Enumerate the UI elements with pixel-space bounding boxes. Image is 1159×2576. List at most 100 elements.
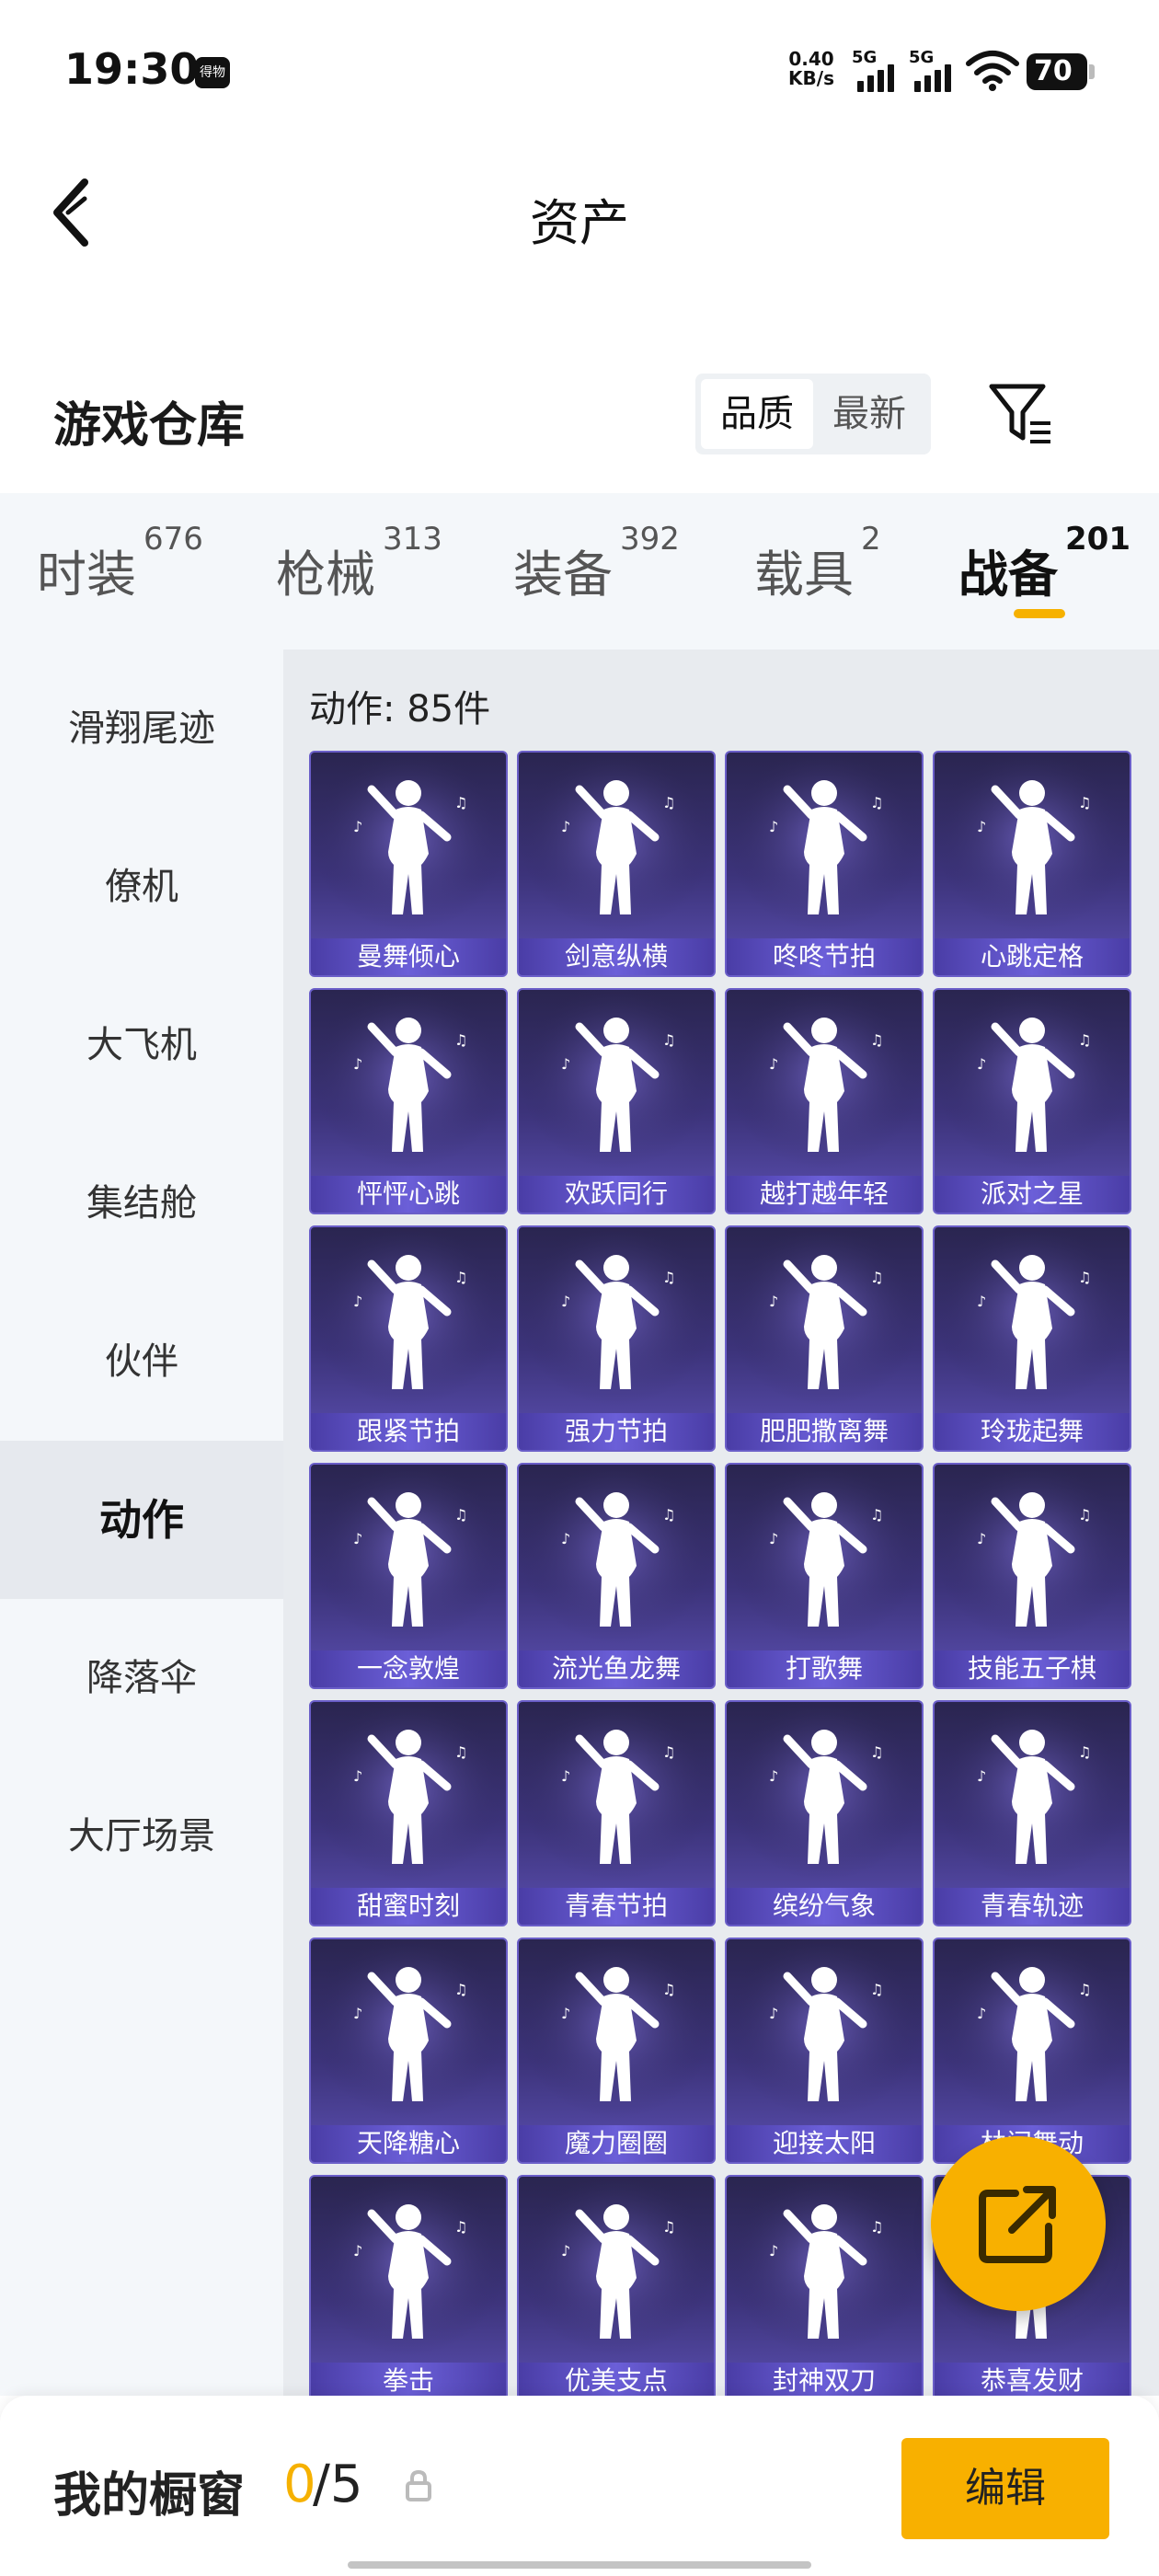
edit-button[interactable]: 编辑 [901,2438,1109,2539]
emote-thumbnail: ♪ ♫ [311,990,506,1178]
emote-card[interactable]: ♪ ♫ 缤纷气象 [725,1700,924,1926]
svg-text:♫: ♫ [454,1743,467,1761]
sidebar-item-big-plane[interactable]: 大飞机 [0,966,283,1124]
emote-name: 怦怦心跳 [311,1176,506,1213]
sidebar-item-wingman[interactable]: 僚机 [0,808,283,966]
emote-card[interactable]: ♪ ♫ 打歌舞 [725,1463,924,1689]
emote-card[interactable]: ♪ ♫ 青春节拍 [517,1700,716,1926]
emote-thumbnail: ♪ ♫ [935,1702,1130,1890]
emote-card[interactable]: ♪ ♫ 技能五子棋 [933,1463,1131,1689]
svg-text:♪: ♪ [977,818,986,835]
emote-card[interactable]: ♪ ♫ 迎接太阳 [725,1938,924,2164]
emote-card[interactable]: ♪ ♫ 天降糖心 [309,1938,508,2164]
emote-card[interactable]: ♪ ♫ 咚咚节拍 [725,751,924,977]
showcase-bar: 我的橱窗 0 /5 编辑 [0,2396,1159,2576]
svg-text:♫: ♫ [870,2218,883,2236]
emote-card[interactable]: ♪ ♫ 拳击 [309,2175,508,2396]
emote-card[interactable]: ♪ ♫ 越打越年轻 [725,988,924,1214]
emote-card[interactable]: ♪ ♫ 剑意纵横 [517,751,716,977]
filter-icon [989,384,1050,443]
emote-name: 流光鱼龙舞 [519,1650,714,1687]
svg-text:♫: ♫ [662,1269,675,1286]
svg-text:♫: ♫ [454,1981,467,1998]
emote-thumbnail: ♪ ♫ [727,1702,922,1890]
svg-text:♫: ♫ [662,2218,675,2236]
tab-count: 392 [620,521,680,558]
svg-text:♫: ♫ [1078,1031,1091,1049]
svg-text:♫: ♫ [662,1506,675,1524]
sort-quality-button[interactable]: 品质 [701,379,813,449]
emote-thumbnail: ♪ ♫ [311,1939,506,2127]
emote-card[interactable]: ♪ ♫ 怦怦心跳 [309,988,508,1214]
svg-text:♪: ♪ [977,1530,986,1547]
tab-count: 676 [143,521,203,558]
emote-card[interactable]: ♪ ♫ 强力节拍 [517,1225,716,1452]
emote-card[interactable]: ♪ ♫ 魔力圈圈 [517,1938,716,2164]
sidebar-item-lobby-scene[interactable]: 大厅场景 [0,1757,283,1915]
emote-card[interactable]: ♪ ♫ 优美支点 [517,2175,716,2396]
emote-thumbnail: ♪ ♫ [519,990,714,1178]
svg-text:♪: ♪ [561,1293,570,1310]
showcase-current-count: 0 [283,2455,316,2514]
signal-icon: 5G [852,48,907,92]
emote-card[interactable]: ♪ ♫ 青春轨迹 [933,1700,1131,1926]
status-bar: 19:30 得物 0.40 KB/s 5G 5G 70 [0,0,1159,138]
share-fab-button[interactable] [931,2136,1106,2311]
emote-thumbnail: ♪ ♫ [519,753,714,940]
tab-equipment[interactable]: 装备392 [513,521,680,606]
svg-text:♫: ♫ [1078,1981,1091,1998]
emote-thumbnail: ♪ ♫ [935,1227,1130,1415]
sidebar-item-rally-pod[interactable]: 集结舱 [0,1124,283,1282]
status-time: 19:30 [64,44,200,94]
emote-thumbnail: ♪ ♫ [935,753,1130,940]
filter-button[interactable] [986,379,1060,449]
svg-text:♫: ♫ [1078,794,1091,811]
emote-card[interactable]: ♪ ♫ 欢跃同行 [517,988,716,1214]
tab-battle-prep[interactable]: 战备201 [958,521,1130,606]
tab-label: 装备 [513,546,613,604]
sort-toggle: 品质 最新 [695,374,931,454]
sidebar-item-parachute[interactable]: 降落伞 [0,1599,283,1757]
svg-text:♪: ♪ [353,1055,362,1073]
emote-card[interactable]: ♪ ♫ 曼舞倾心 [309,751,508,977]
emote-card[interactable]: ♪ ♫ 派对之星 [933,988,1131,1214]
emote-name: 技能五子棋 [935,1650,1130,1687]
emote-card[interactable]: ♪ ♫ 一念敦煌 [309,1463,508,1689]
emote-card[interactable]: ♪ ♫ 甜蜜时刻 [309,1700,508,1926]
emote-card[interactable]: ♪ ♫ 林间舞动 [933,1938,1131,2164]
emote-name: 打歌舞 [727,1650,922,1687]
svg-text:♫: ♫ [870,794,883,811]
emote-thumbnail: ♪ ♫ [727,753,922,940]
tab-fashion[interactable]: 时装676 [37,521,203,606]
emote-thumbnail: ♪ ♫ [311,753,506,940]
emote-name: 魔力圈圈 [519,2125,714,2162]
emote-name: 封神双刀 [727,2363,922,2396]
sort-latest-button[interactable]: 最新 [813,379,925,449]
page-title: 资产 [530,194,629,252]
emote-name: 天降糖心 [311,2125,506,2162]
emote-name: 优美支点 [519,2363,714,2396]
emote-thumbnail: ♪ ♫ [727,2177,922,2364]
svg-text:♫: ♫ [454,1269,467,1286]
emote-thumbnail: ♪ ♫ [935,1939,1130,2127]
svg-text:♫: ♫ [454,1506,467,1524]
emote-card[interactable]: ♪ ♫ 玲珑起舞 [933,1225,1131,1452]
emote-card[interactable]: ♪ ♫ 心跳定格 [933,751,1131,977]
emote-thumbnail: ♪ ♫ [727,990,922,1178]
emote-thumbnail: ♪ ♫ [519,1465,714,1652]
svg-text:♪: ♪ [353,1767,362,1785]
emote-card[interactable]: ♪ ♫ 封神双刀 [725,2175,924,2396]
tab-label: 时装 [37,546,136,604]
emote-name: 咚咚节拍 [727,938,922,975]
battery-icon: 70 [1027,53,1095,90]
tab-guns[interactable]: 枪械313 [276,521,442,606]
emote-thumbnail: ♪ ♫ [727,1939,922,2127]
emote-card[interactable]: ♪ ♫ 肥肥撒离舞 [725,1225,924,1452]
sidebar-item-emote[interactable]: 动作 [0,1441,283,1599]
emote-card[interactable]: ♪ ♫ 流光鱼龙舞 [517,1463,716,1689]
sidebar-item-glide-trail[interactable]: 滑翔尾迹 [0,650,283,808]
emote-card[interactable]: ♪ ♫ 跟紧节拍 [309,1225,508,1452]
tab-vehicles[interactable]: 载具2 [754,521,881,606]
sidebar-item-partner[interactable]: 伙伴 [0,1282,283,1441]
emote-thumbnail: ♪ ♫ [519,1227,714,1415]
